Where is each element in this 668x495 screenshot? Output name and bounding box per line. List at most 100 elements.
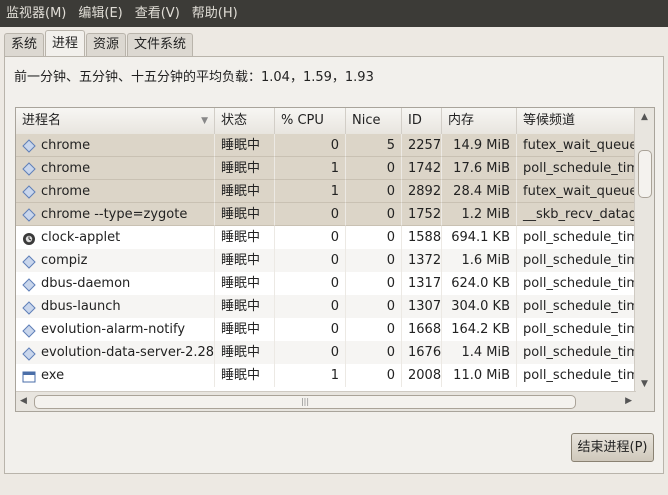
cpu-cell: 1 <box>275 364 346 387</box>
diamond-icon <box>22 161 36 176</box>
id-cell: 1752 <box>402 203 442 226</box>
status-cell: 睡眠中 <box>215 249 275 272</box>
table-row[interactable]: chrome 睡眠中10174217.6 MiBpoll_schedule_tim… <box>16 157 636 180</box>
nice-cell: 5 <box>346 134 402 157</box>
diamond-icon <box>22 138 36 153</box>
diamond-icon <box>22 346 36 361</box>
memory-cell: 1.6 MiB <box>442 249 517 272</box>
wait-channel-cell: poll_schedule_timeout <box>517 249 636 272</box>
wait-channel-cell: poll_schedule_timeout <box>517 318 636 341</box>
menu-monitor[interactable]: 监视器(M) <box>0 0 72 27</box>
scroll-down-arrow-icon[interactable]: ▼ <box>635 377 654 391</box>
nice-cell: 0 <box>346 157 402 180</box>
menu-help[interactable]: 帮助(H) <box>186 0 244 27</box>
process-name-label: evolution-data-server-2.28 <box>41 345 215 360</box>
diamond-icon <box>22 184 36 199</box>
column-header-wait-channel[interactable]: 等候频道 <box>517 108 636 134</box>
tab-filesystems[interactable]: 文件系统 <box>127 33 194 56</box>
column-header-status[interactable]: 状态 <box>215 108 275 134</box>
process-name-label: chrome <box>41 137 91 153</box>
table-body: chrome 睡眠中 0 5 2257 14.9 MiB futex_wait_queue c… <box>16 134 636 387</box>
process-name-cell: clock-applet <box>16 226 215 249</box>
nice-cell: 0 <box>346 249 402 272</box>
table-row[interactable]: exe 睡眠中10200811.0 MiBpoll_schedule_timeou… <box>16 364 636 387</box>
diamond-icon <box>22 254 36 269</box>
memory-cell: 28.4 MiB <box>442 180 517 203</box>
id-cell: 1742 <box>402 157 442 180</box>
nice-cell: 0 <box>346 226 402 249</box>
nice-cell: 0 <box>346 364 402 387</box>
tab-system[interactable]: 系统 <box>4 33 45 56</box>
menu-view[interactable]: 查看(V) <box>129 0 186 27</box>
memory-cell: 14.9 MiB <box>442 134 517 157</box>
scroll-right-arrow-icon[interactable]: ▶ <box>625 392 632 411</box>
memory-cell: 17.6 MiB <box>442 157 517 180</box>
wait-channel-cell: poll_schedule_timeout <box>517 157 636 180</box>
column-header-id[interactable]: ID <box>402 108 442 134</box>
table-row[interactable]: dbus-daemon 睡眠中 0 0 1317 624.0 KB poll_schedul… <box>16 272 636 295</box>
status-cell: 睡眠中 <box>215 364 275 387</box>
id-cell: 1372 <box>402 249 442 272</box>
table-row[interactable]: chrome 睡眠中 0 5 2257 14.9 MiB futex_wait_queue <box>16 134 636 157</box>
process-name-cell: chrome <box>16 134 215 157</box>
table-row[interactable]: dbus-launch 睡眠中 0 0 1307 304.0 KB poll_schedul… <box>16 295 636 318</box>
nice-cell: 0 <box>346 295 402 318</box>
nice-cell: 0 <box>346 180 402 203</box>
status-cell: 睡眠中 <box>215 318 275 341</box>
table-header: 进程名 状态 % CPU Nice ID 内存 等候频道 <box>16 108 636 135</box>
table-row[interactable]: chrome --type=zygote 睡眠中 0 0 1752 1.2 MiB __sk… <box>16 203 636 226</box>
process-name-label: compiz <box>41 253 88 268</box>
memory-cell: 694.1 KB <box>442 226 517 249</box>
table-row[interactable]: chrome 睡眠中 1 0 2892 28.4 MiB futex_wait_queue <box>16 180 636 203</box>
cpu-cell: 0 <box>275 226 346 249</box>
status-cell: 睡眠中 <box>215 226 275 249</box>
memory-cell: 624.0 KB <box>442 272 517 295</box>
status-cell: 睡眠中 <box>215 341 275 364</box>
id-cell: 2257 <box>402 134 442 157</box>
scrollbar-corner <box>635 392 654 411</box>
cpu-cell: 0 <box>275 318 346 341</box>
memory-cell: 1.2 MiB <box>442 203 517 226</box>
table-row[interactable]: evolution-alarm-notify 睡眠中 0 0 1668 164.2 KB p… <box>16 318 636 341</box>
column-header-memory[interactable]: 内存 <box>442 108 517 134</box>
status-cell: 睡眠中 <box>215 134 275 157</box>
table-row[interactable]: evolution-data-server-2.28 睡眠中 0 0 1676 1.4 M… <box>16 341 636 364</box>
column-header-cpu[interactable]: % CPU <box>275 108 346 134</box>
process-name-label: chrome --type=zygote <box>41 206 188 222</box>
table-row[interactable]: clock-applet 睡眠中 0 0 1588 694.1 KB poll_schedu… <box>16 226 636 249</box>
vertical-scrollbar[interactable]: ▲ ▼ <box>634 108 654 393</box>
wait-channel-cell: poll_schedule_timeout <box>517 272 636 295</box>
diamond-icon <box>22 300 36 315</box>
status-cell: 睡眠中 <box>215 272 275 295</box>
tab-processes[interactable]: 进程 <box>45 30 86 56</box>
menu-edit[interactable]: 编辑(E) <box>72 0 128 27</box>
end-process-button[interactable]: 结束进程(P) <box>571 433 654 462</box>
wait-channel-cell: poll_schedule_timeout <box>517 341 636 364</box>
column-header-nice[interactable]: Nice <box>346 108 402 134</box>
wait-channel-cell: poll_schedule_timeout <box>517 295 636 318</box>
status-cell: 睡眠中 <box>215 295 275 318</box>
table-row[interactable]: compiz睡眠中0013721.6 MiBpoll_schedule_time… <box>16 249 636 272</box>
process-name-label: chrome <box>41 183 91 199</box>
wait-channel-cell: futex_wait_queue <box>517 134 636 157</box>
memory-cell: 304.0 KB <box>442 295 517 318</box>
id-cell: 1668 <box>402 318 442 341</box>
process-name-label: dbus-daemon <box>41 276 131 291</box>
id-cell: 1588 <box>402 226 442 249</box>
scroll-up-arrow-icon[interactable]: ▲ <box>635 110 654 124</box>
tab-resources[interactable]: 资源 <box>86 33 127 56</box>
scroll-left-arrow-icon[interactable]: ◀ <box>20 392 27 411</box>
horizontal-scrollbar[interactable]: ◀ ||| ▶ <box>16 391 636 411</box>
horizontal-scroll-thumb[interactable]: ||| <box>34 395 576 409</box>
memory-cell: 1.4 MiB <box>442 341 517 364</box>
cpu-cell: 1 <box>275 157 346 180</box>
diamond-icon <box>22 277 36 292</box>
process-table: 进程名 状态 % CPU Nice ID 内存 等候频道 chrome睡眠中05… <box>15 107 655 412</box>
nice-cell: 0 <box>346 272 402 295</box>
process-name-cell: chrome <box>16 157 215 180</box>
window-icon <box>22 369 36 383</box>
vertical-scroll-thumb[interactable] <box>638 150 652 198</box>
wait-channel-cell: __skb_recv_datagram <box>517 203 636 226</box>
column-header-process-name[interactable]: 进程名 <box>16 108 215 134</box>
id-cell: 1307 <box>402 295 442 318</box>
